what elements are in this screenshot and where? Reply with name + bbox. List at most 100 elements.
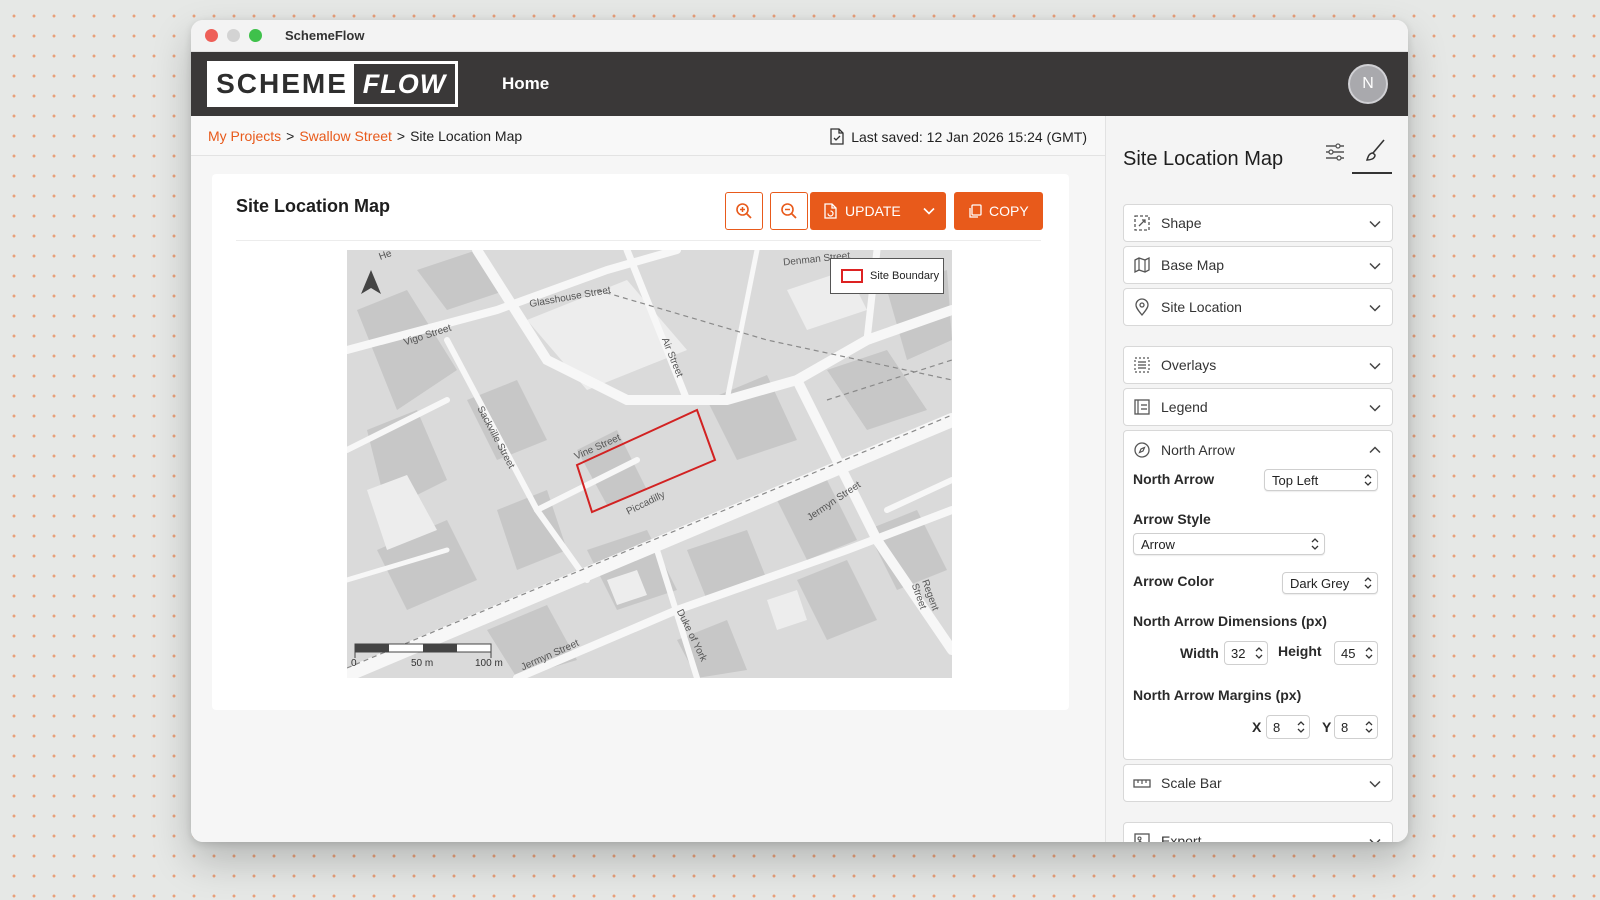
- accordion-legend[interactable]: Legend: [1123, 388, 1393, 426]
- north-arrow-dimensions-label: North Arrow Dimensions (px): [1133, 613, 1327, 629]
- ruler-icon: [1133, 774, 1151, 792]
- schemeflow-logo[interactable]: SCHEME FLOW: [207, 61, 458, 107]
- height-value: 45: [1341, 645, 1356, 661]
- chevron-down-icon: [1368, 301, 1382, 315]
- copy-button[interactable]: COPY: [954, 192, 1043, 230]
- accordion-overlays-label: Overlays: [1161, 357, 1217, 373]
- accordion-site-location[interactable]: Site Location: [1123, 288, 1393, 326]
- sliders-icon[interactable]: [1324, 142, 1346, 167]
- window-title: SchemeFlow: [285, 28, 365, 43]
- accordion-export-label: Export: [1161, 833, 1202, 842]
- card-title: Site Location Map: [236, 196, 391, 216]
- select-arrows-icon: [1364, 576, 1372, 590]
- breadcrumb-current: Site Location Map: [410, 127, 523, 144]
- minimize-window-button[interactable]: [227, 29, 240, 42]
- chevron-down-icon: [1368, 401, 1382, 415]
- scale-label-mid: 50 m: [411, 658, 434, 669]
- chevron-down-icon: [1368, 259, 1382, 273]
- top-navigation: SCHEME FLOW Home N: [191, 52, 1408, 116]
- margin-y-stepper[interactable]: 8: [1334, 715, 1378, 739]
- document-icon: [830, 128, 844, 145]
- arrow-color-value: Dark Grey: [1290, 575, 1350, 591]
- update-button[interactable]: UPDATE: [810, 192, 946, 230]
- arrow-color-label: Arrow Color: [1133, 573, 1214, 589]
- stepper-arrows-icon[interactable]: [1365, 646, 1373, 660]
- map-card: Site Location Map UPDATE COPY Glasshouse…: [212, 174, 1069, 710]
- stepper-arrows-icon[interactable]: [1297, 720, 1305, 734]
- map-icon: [1133, 256, 1151, 274]
- zoom-in-button[interactable]: [725, 192, 763, 230]
- chevron-down-icon[interactable]: [922, 204, 936, 218]
- accordion-north-arrow-label: North Arrow: [1161, 442, 1235, 458]
- zoom-window-button[interactable]: [249, 29, 262, 42]
- last-saved-status: Last saved: 12 Jan 2026 15:24 (GMT): [830, 128, 1087, 145]
- width-stepper[interactable]: 32: [1224, 641, 1268, 665]
- breadcrumb-my-projects[interactable]: My Projects: [208, 128, 281, 144]
- close-window-button[interactable]: [205, 29, 218, 42]
- accordion-export[interactable]: Export: [1123, 822, 1393, 842]
- chevron-down-icon: [1368, 359, 1382, 373]
- compass-icon: [1133, 441, 1151, 459]
- export-image-icon: [1133, 832, 1151, 842]
- accordion-scale-bar[interactable]: Scale Bar: [1123, 764, 1393, 802]
- site-location-map[interactable]: Glasshouse Street Vigo Street Air Street…: [347, 250, 952, 678]
- brush-icon[interactable]: [1364, 138, 1388, 169]
- margin-x-value: 8: [1273, 719, 1281, 735]
- stepper-arrows-icon[interactable]: [1255, 646, 1263, 660]
- accordion-shape[interactable]: Shape: [1123, 204, 1393, 242]
- scale-label-end: 100 m: [475, 658, 503, 669]
- map-canvas: [347, 250, 952, 678]
- chevron-down-icon: [1368, 217, 1382, 231]
- panel-title: Site Location Map: [1123, 148, 1284, 170]
- chevron-down-icon: [1368, 835, 1382, 842]
- accordion-base-map[interactable]: Base Map: [1123, 246, 1393, 284]
- accordion-north-arrow-header[interactable]: North Arrow: [1124, 431, 1392, 469]
- zoom-in-icon: [736, 203, 752, 219]
- shape-icon: [1133, 214, 1151, 232]
- title-bar: SchemeFlow: [191, 20, 1408, 52]
- accordion-scale-bar-label: Scale Bar: [1161, 775, 1222, 791]
- logo-text-flow: FLOW: [362, 68, 447, 99]
- breadcrumb-swallow-street[interactable]: Swallow Street: [299, 128, 392, 144]
- zoom-out-button[interactable]: [770, 192, 808, 230]
- scale-label-start: 0: [351, 658, 357, 669]
- site-boundary-swatch: [841, 269, 863, 283]
- width-label: Width: [1180, 645, 1219, 661]
- breadcrumb-separator: >: [286, 127, 295, 144]
- last-saved-text: Last saved: 12 Jan 2026 15:24 (GMT): [851, 128, 1087, 145]
- select-arrows-icon: [1364, 473, 1372, 487]
- margin-y-value: 8: [1341, 719, 1349, 735]
- app-window: SchemeFlow SCHEME FLOW Home N My Project…: [191, 20, 1408, 842]
- accordion-north-arrow: North Arrow North Arrow Top Left Arrow S…: [1123, 430, 1393, 760]
- arrow-style-select[interactable]: Arrow: [1133, 533, 1325, 555]
- accordion-shape-label: Shape: [1161, 215, 1202, 231]
- legend-icon: [1133, 398, 1151, 416]
- height-stepper[interactable]: 45: [1334, 641, 1378, 665]
- accordion-base-map-label: Base Map: [1161, 257, 1225, 273]
- select-arrows-icon: [1311, 537, 1319, 551]
- accordion-overlays[interactable]: Overlays: [1123, 346, 1393, 384]
- x-label: X: [1252, 719, 1262, 735]
- copy-icon: [968, 203, 982, 219]
- y-label: Y: [1322, 719, 1332, 735]
- zoom-out-icon: [781, 203, 797, 219]
- arrow-color-select[interactable]: Dark Grey: [1282, 572, 1378, 594]
- chevron-up-icon: [1368, 443, 1382, 457]
- accordion-legend-label: Legend: [1161, 399, 1208, 415]
- file-refresh-icon: [824, 203, 837, 219]
- margin-x-stepper[interactable]: 8: [1266, 715, 1310, 739]
- north-arrow-position-select[interactable]: Top Left: [1264, 469, 1378, 491]
- breadcrumb-separator: >: [396, 127, 406, 144]
- north-arrow-position-value: Top Left: [1272, 472, 1319, 488]
- card-divider: [236, 240, 1041, 241]
- chevron-down-icon: [1368, 777, 1382, 791]
- update-button-label: UPDATE: [845, 203, 901, 219]
- legend-label: Site Boundary: [870, 270, 940, 282]
- user-avatar[interactable]: N: [1348, 64, 1388, 104]
- stepper-arrows-icon[interactable]: [1365, 720, 1373, 734]
- arrow-style-label: Arrow Style: [1133, 511, 1211, 527]
- height-label: Height: [1278, 643, 1322, 659]
- width-value: 32: [1231, 645, 1246, 661]
- arrow-style-value: Arrow: [1141, 536, 1175, 552]
- nav-home-link[interactable]: Home: [502, 74, 549, 94]
